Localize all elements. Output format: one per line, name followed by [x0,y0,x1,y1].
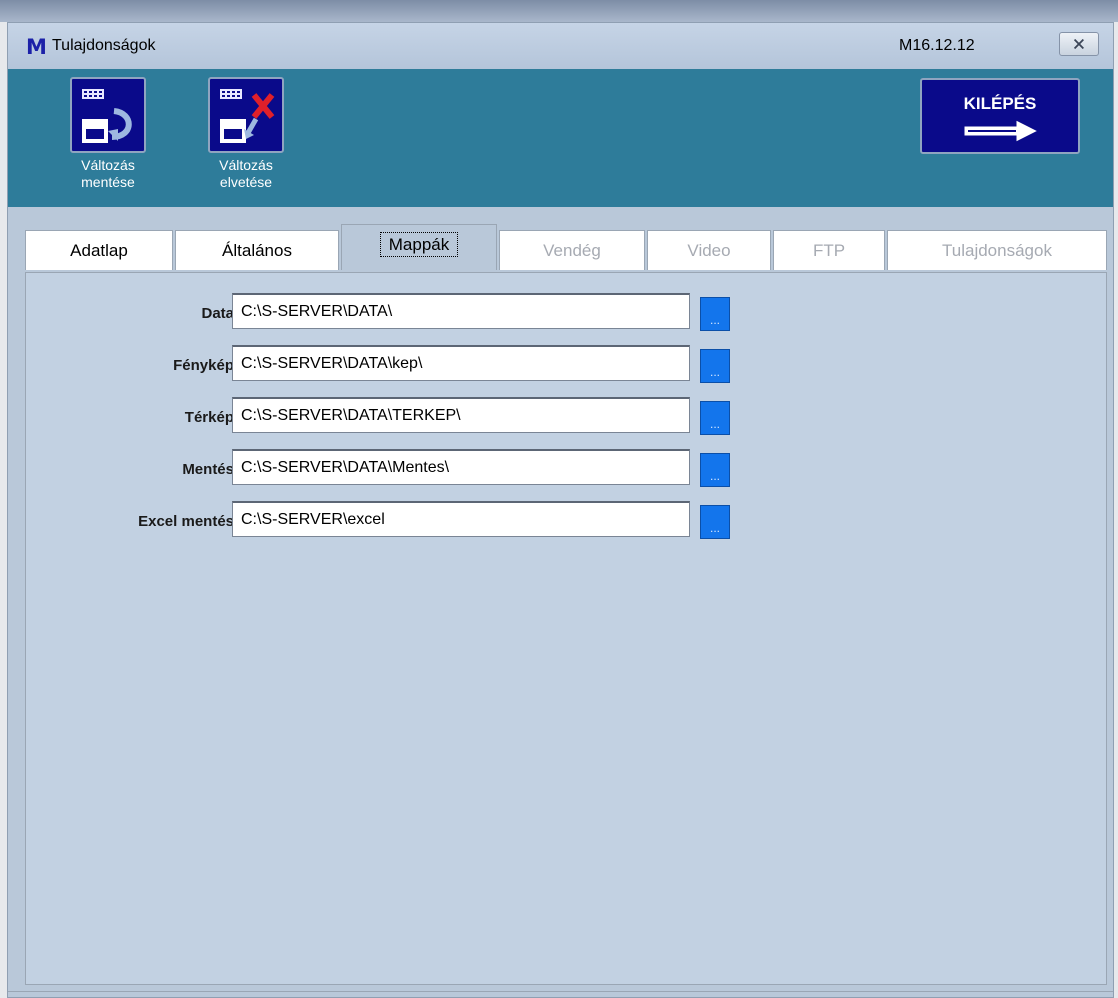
desktop-top-strip [0,0,1118,22]
discard-disk-icon [208,77,284,153]
exit-button[interactable]: KILÉPÉS [920,78,1080,154]
properties-window: M Tulajdonságok M16.12.12 🗙 Változás men… [7,22,1114,998]
tab-video: Video [647,230,771,270]
folder-label: Térkép [184,409,234,426]
browse-button[interactable]: ... [700,505,730,539]
photo-folder-input[interactable] [232,345,690,381]
tab-bar: Adatlap Általános Mappák Vendég Video FT… [25,224,1107,272]
status-divider [8,991,1113,992]
close-button[interactable]: 🗙 [1059,32,1099,56]
app-logo-icon: M [26,35,47,59]
folders-panel: Data ... Fénykép ... Térkép ... Mentés .… [25,272,1107,985]
close-icon: 🗙 [1073,35,1085,52]
title-bar: M Tulajdonságok M16.12.12 🗙 [8,23,1113,69]
tab-altalanos[interactable]: Általános [175,230,339,270]
browse-button[interactable]: ... [700,297,730,331]
toolbar: Változás mentése Változás elvetése KILÉP… [8,69,1113,207]
discard-changes-label: Változás elvetése [219,157,273,190]
tab-tulajdonsagok: Tulajdonságok [887,230,1107,270]
folder-row-excel: Excel mentés ... [26,501,766,541]
folder-label: Data [201,305,234,322]
exit-label: KILÉPÉS [963,94,1037,113]
data-folder-input[interactable] [232,293,690,329]
backup-folder-input[interactable] [232,449,690,485]
save-disk-icon [70,77,146,153]
folder-label: Mentés [182,461,234,478]
tab-vendeg: Vendég [499,230,645,270]
folder-row-terkep: Térkép ... [26,397,766,437]
folder-label: Fénykép [173,357,234,374]
folder-row-fenykep: Fénykép ... [26,345,766,385]
version-label: M16.12.12 [899,37,975,54]
excel-folder-input[interactable] [232,501,690,537]
tab-adatlap[interactable]: Adatlap [25,230,173,270]
discard-changes-button[interactable]: Változás elvetése [196,77,296,191]
window-title: Tulajdonságok [52,37,156,54]
folder-label: Excel mentés [138,513,234,530]
browse-button[interactable]: ... [700,453,730,487]
folder-row-mentes: Mentés ... [26,449,766,489]
folder-row-data: Data ... [26,293,766,333]
tab-mappak[interactable]: Mappák [341,224,497,270]
save-changes-label: Változás mentése [81,157,135,190]
browse-button[interactable]: ... [700,349,730,383]
tab-ftp: FTP [773,230,885,270]
save-changes-button[interactable]: Változás mentése [58,77,158,191]
map-folder-input[interactable] [232,397,690,433]
arrow-right-icon [964,119,1040,143]
browse-button[interactable]: ... [700,401,730,435]
